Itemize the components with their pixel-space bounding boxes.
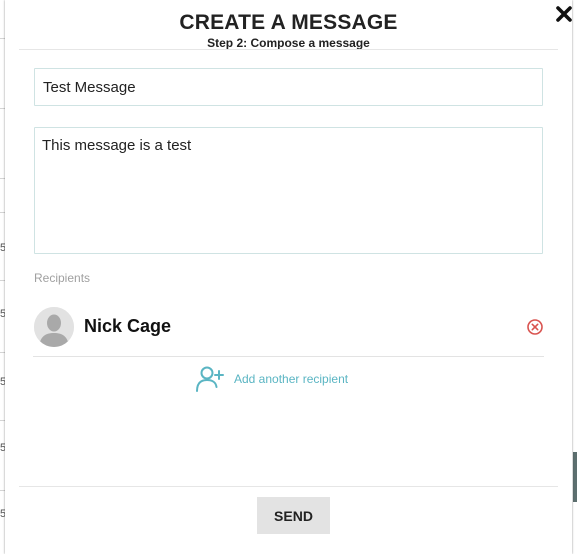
remove-circle-icon [527, 319, 543, 335]
add-user-icon [196, 366, 224, 392]
create-message-modal: CREATE A MESSAGE Step 2: Compose a messa… [5, 0, 572, 554]
header-divider [19, 49, 558, 50]
footer-divider [19, 486, 558, 487]
add-recipient-label: Add another recipient [234, 372, 349, 386]
message-body-textarea[interactable]: This message is a test [34, 127, 543, 254]
recipients-label: Recipients [34, 271, 91, 285]
avatar [34, 307, 74, 347]
modal-subtitle: Step 2: Compose a message [207, 36, 370, 50]
user-silhouette-icon [34, 307, 74, 347]
remove-recipient-button[interactable] [526, 318, 544, 336]
modal-title: CREATE A MESSAGE [179, 11, 398, 34]
add-recipient-link[interactable]: Add another recipient [195, 365, 348, 393]
send-button[interactable]: SEND [257, 497, 330, 534]
background-image-edge [573, 452, 577, 502]
subject-input[interactable] [34, 68, 543, 106]
recipient-item: Nick Cage [33, 293, 544, 357]
recipient-name: Nick Cage [84, 316, 172, 336]
